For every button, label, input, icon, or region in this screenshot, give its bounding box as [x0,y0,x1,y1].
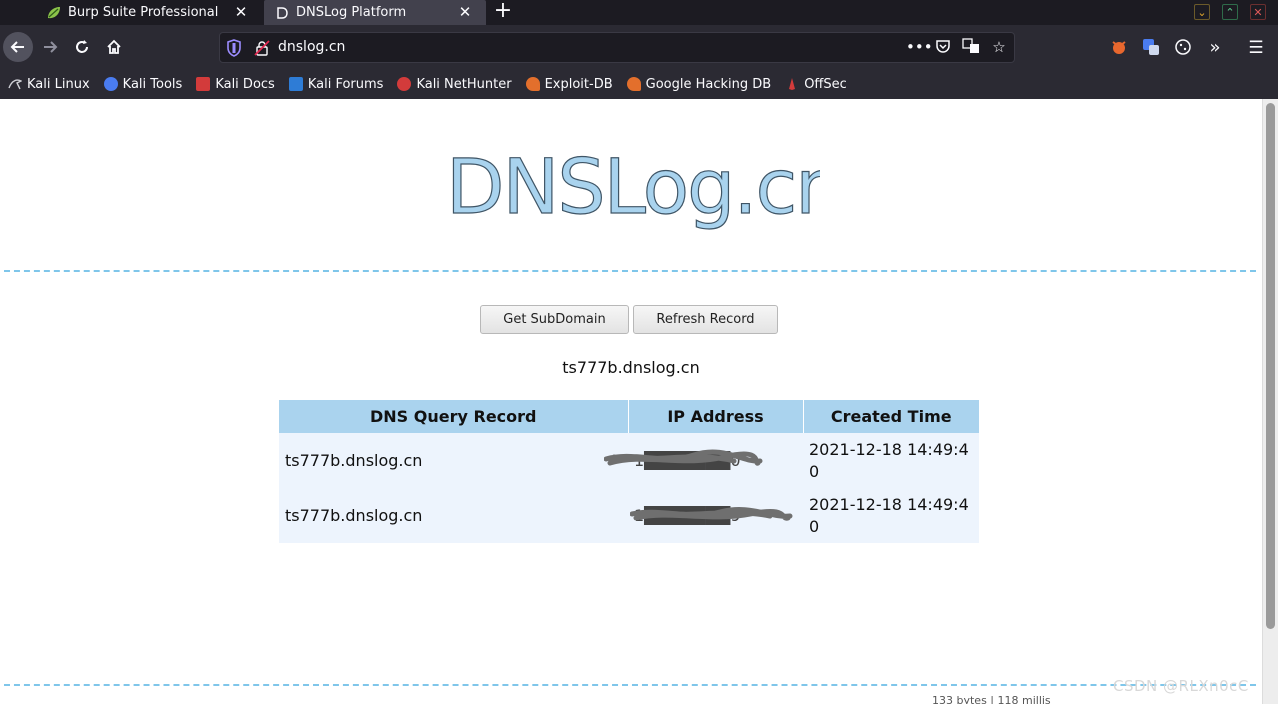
bookmark-label: Exploit-DB [544,76,613,92]
header-created-time: Created Time [803,400,979,433]
translate-icon[interactable] [962,38,980,58]
divider-top [4,270,1256,272]
bookmark-star-icon[interactable]: ☆ [990,38,1008,58]
csdn-watermark: CSDN @RLXn0cC [1113,677,1249,695]
get-subdomain-button[interactable]: Get SubDomain [480,305,629,334]
ip-cell: 1███████9 [628,488,803,543]
time-cell: 2021-12-18 14:49:4 0 [803,433,979,488]
bookmark-kali-linux[interactable]: Kali Linux [8,77,90,92]
tracking-protection-shield-icon[interactable] [226,39,242,57]
page-viewport: DNSLog.cn Get SubDomain Refresh Record t… [0,99,1262,704]
extension-cookie-icon[interactable] [1173,38,1193,58]
bookmark-offsec[interactable]: OffSec [785,77,847,92]
pocket-icon[interactable] [934,38,952,58]
table-row: ts777b.dnslog.cn 1███████0 2021-12-18 14… [279,433,979,488]
maximize-window-icon[interactable]: ⌃ [1222,4,1238,20]
tab-burp-suite[interactable]: Burp Suite Professional ✕ [36,0,262,25]
close-tab-icon[interactable]: ✕ [456,3,474,21]
header-ip-address: IP Address [628,400,804,433]
bookmark-kali-tools[interactable]: Kali Tools [103,76,183,92]
divider-bottom [4,684,1256,686]
kali-docs-icon [196,77,211,91]
vertical-scrollbar[interactable] [1262,99,1278,704]
hamburger-menu-icon[interactable]: ☰ [1246,38,1266,58]
new-tab-button[interactable]: + [492,0,514,23]
bookmark-label: Kali Tools [122,76,183,92]
address-bar[interactable]: dnslog.cn ••• ☆ [219,32,1015,63]
navigation-toolbar: dnslog.cn ••• ☆ » ☰ [0,25,1278,70]
kali-tools-icon [103,77,118,91]
bookmark-kali-docs[interactable]: Kali Docs [196,77,275,92]
dns-record-table: DNS Query Record IP Address Created Time… [279,400,979,543]
reload-button[interactable] [67,32,97,62]
tab-strip: Burp Suite Professional ✕ DNSLog Platfor… [0,0,1278,25]
burp-icon [46,5,62,21]
kali-nethunter-icon [397,77,412,91]
exploit-db-icon [525,77,540,91]
bookmark-label: Kali NetHunter [416,76,512,92]
tab-title: DNSLog Platform [296,5,407,20]
home-button[interactable] [99,32,129,62]
record-cell: ts777b.dnslog.cn [279,433,628,488]
ip-cell: 1███████0 [604,433,803,488]
minimize-window-icon[interactable]: ⌄ [1194,4,1210,20]
bookmark-label: OffSec [804,76,847,92]
close-tab-icon[interactable]: ✕ [232,3,250,21]
scrollbar-thumb[interactable] [1266,103,1275,629]
forward-button[interactable] [35,32,65,62]
redaction-scribble [630,507,793,521]
bookmark-label: Kali Forums [307,76,384,92]
url-text[interactable]: dnslog.cn [278,39,345,55]
extension-fox-icon[interactable] [1109,38,1129,58]
offsec-icon [785,77,799,91]
close-window-icon[interactable]: ✕ [1250,4,1266,20]
logo-text: DNSLog.cn [446,142,820,231]
bookmark-google-hacking-db[interactable]: Google Hacking DB [626,76,772,92]
table-header-row: DNS Query Record IP Address Created Time [279,400,979,433]
bookmark-label: Kali Docs [215,76,275,92]
bookmark-kali-nethunter[interactable]: Kali NetHunter [397,76,512,92]
kali-forums-icon [288,77,303,91]
extension-translate-icon[interactable] [1141,38,1161,58]
table-row: ts777b.dnslog.cn 1███████9 2021-12-18 14… [279,488,979,543]
bookmarks-toolbar: Kali Linux Kali Tools Kali Docs Kali For… [0,70,1278,98]
current-subdomain: ts777b.dnslog.cn [562,358,700,377]
tab-dnslog[interactable]: DNSLog Platform ✕ [264,0,486,25]
google-hacking-db-icon [626,77,641,91]
kali-dragon-icon [8,77,23,91]
page-actions-icon[interactable]: ••• [906,38,933,58]
tab-title: Burp Suite Professional [68,5,219,20]
insecure-lock-icon[interactable] [254,40,270,56]
header-dns-query-record: DNS Query Record [279,400,629,433]
url-bar-actions: ••• ☆ [906,38,1008,58]
dnslog-icon [274,5,290,21]
redaction-scribble [604,449,763,466]
bookmark-label: Google Hacking DB [645,76,772,92]
bookmark-kali-forums[interactable]: Kali Forums [288,76,384,92]
footer-stats: 133 bytes | 118 millis [932,694,1051,704]
bookmark-label: Kali Linux [27,76,90,92]
refresh-record-button[interactable]: Refresh Record [633,305,778,334]
back-button[interactable] [3,32,33,62]
record-cell: ts777b.dnslog.cn [279,488,628,543]
dnslog-logo: DNSLog.cn [445,141,820,231]
time-cell: 2021-12-18 14:49:4 0 [803,488,979,543]
overflow-menu-icon[interactable]: » [1205,38,1225,58]
bookmark-exploit-db[interactable]: Exploit-DB [525,76,613,92]
